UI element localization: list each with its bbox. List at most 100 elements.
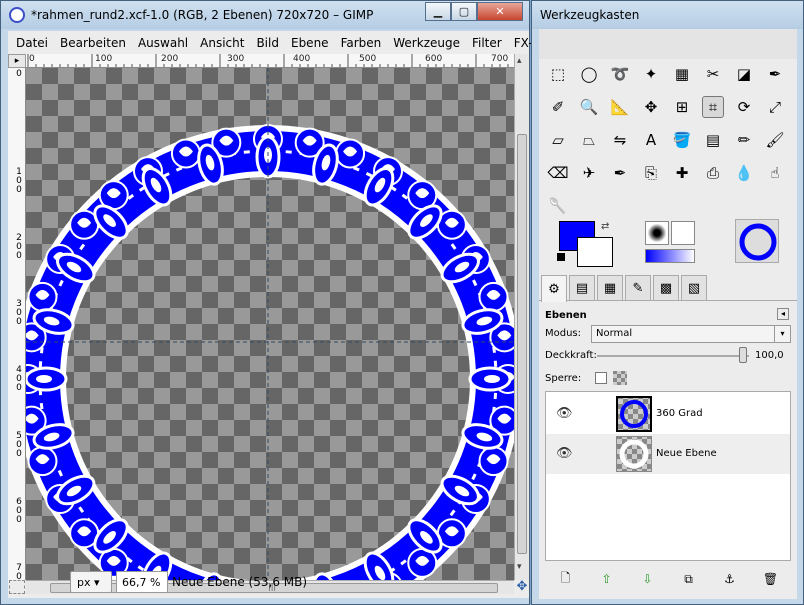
new-layer-icon[interactable]: 🗋 — [555, 569, 577, 590]
unit-select[interactable]: px ▾ — [70, 571, 112, 593]
toolbox-titlebar[interactable]: Werkzeugkasten — [532, 1, 803, 29]
airbrush-icon[interactable]: ✈ — [578, 162, 600, 184]
toolbox-window: Werkzeugkasten ⬚ ◯ ➰ ✦ ▦ ✂ ◪ ✒ ✐ 🔍 📐 ✥ ⊞ ⌗ ⟳ ⤢ ▱ ⏢ ⇋ A 🪣 ▤ ✏ 🖌 ⌫… — [531, 0, 804, 605]
vruler-label: 700 — [16, 563, 22, 581]
hruler-label: 300 — [227, 54, 245, 64]
opacity-value[interactable]: 100,0 — [755, 350, 784, 361]
layer-row[interactable]: 👁 360 Grad — [546, 394, 790, 434]
fuzzy-select-icon[interactable]: ✦ — [640, 63, 662, 85]
color-picker-icon[interactable]: ✐ — [547, 96, 569, 118]
mode-select[interactable]: Normal ▾ — [591, 325, 791, 343]
hruler-label: 400 — [293, 54, 311, 64]
opacity-slider[interactable] — [597, 355, 749, 357]
hruler-label: 0 — [29, 54, 35, 64]
layer-name[interactable]: 360 Grad — [656, 408, 703, 419]
lower-layer-icon[interactable]: ⇩ — [637, 572, 659, 586]
ink-icon[interactable]: ✒ — [609, 162, 631, 184]
foreground-select-icon[interactable]: ◪ — [733, 63, 755, 85]
move-icon[interactable]: ✥ — [640, 96, 662, 118]
hruler-label: 100 — [95, 54, 113, 64]
mode-label: Modus: — [545, 328, 582, 339]
quick-mask-toggle[interactable] — [9, 580, 25, 594]
crop-icon[interactable]: ⌗ — [702, 96, 724, 118]
blur-icon[interactable]: 💧 — [733, 162, 755, 184]
menu-ebene[interactable]: Ebene — [291, 36, 329, 50]
minimize-button[interactable]: ▁ — [425, 2, 451, 21]
vertical-ruler[interactable]: 0 100 200 300 400 500 600 700 — [8, 68, 26, 580]
perspective-icon[interactable]: ⏢ — [578, 129, 600, 151]
eraser-icon[interactable]: ⌫ — [547, 162, 569, 184]
menu-filter[interactable]: Filter — [472, 36, 502, 50]
wilber-drop-area[interactable] — [539, 29, 797, 59]
smudge-icon[interactable]: ☝ — [764, 162, 786, 184]
image-canvas[interactable] — [26, 68, 514, 580]
eye-icon[interactable]: 👁 — [556, 406, 573, 421]
navigate-icon[interactable]: ✥ — [515, 580, 529, 594]
menu-ansicht[interactable]: Ansicht — [200, 36, 244, 50]
menu-bearbeiten[interactable]: Bearbeiten — [60, 36, 126, 50]
heal-icon[interactable]: ✚ — [671, 162, 693, 184]
zoom-input[interactable]: 66,7 % — [116, 571, 168, 593]
vruler-label: 0 — [16, 69, 22, 79]
vertical-scroll-thumb[interactable] — [517, 134, 527, 554]
rotate-icon[interactable]: ⟳ — [733, 96, 755, 118]
scissors-icon[interactable]: ✂ — [702, 63, 724, 85]
vruler-label: 400 — [16, 365, 22, 393]
image-window-titlebar[interactable]: *rahmen_rund2.xcf-1.0 (RGB, 2 Ebenen) 72… — [1, 1, 529, 29]
tab-layers[interactable]: ▤ — [569, 275, 595, 301]
close-button[interactable]: ✕ — [477, 2, 523, 21]
perspective-clone-icon[interactable]: ⎙ — [702, 162, 724, 184]
maximize-button[interactable]: ▢ — [451, 2, 477, 21]
flip-icon[interactable]: ⇋ — [609, 129, 631, 151]
delete-layer-icon[interactable]: 🗑 — [760, 572, 782, 586]
active-image-preview[interactable] — [735, 219, 779, 263]
blend-icon[interactable]: ▤ — [702, 129, 724, 151]
menu-farben[interactable]: Farben — [341, 36, 382, 50]
paintbrush-icon[interactable]: 🖌 — [764, 129, 786, 151]
anchor-layer-icon[interactable]: ⚓ — [719, 572, 741, 586]
bucket-fill-icon[interactable]: 🪣 — [671, 129, 693, 151]
free-select-icon[interactable]: ➰ — [609, 63, 631, 85]
scale-icon[interactable]: ⤢ — [764, 96, 786, 118]
ellipse-select-icon[interactable]: ◯ — [578, 63, 600, 85]
gradient-preview[interactable] — [645, 249, 695, 263]
select-by-color-icon[interactable]: ▦ — [671, 63, 693, 85]
swap-colors-icon[interactable]: ⇄ — [601, 221, 609, 232]
clone-icon[interactable]: ⎘ — [640, 162, 662, 184]
window-title: *rahmen_rund2.xcf-1.0 (RGB, 2 Ebenen) 72… — [31, 8, 374, 22]
brush-preview[interactable] — [645, 221, 669, 245]
raise-layer-icon[interactable]: ⇧ — [596, 572, 618, 586]
background-color[interactable] — [577, 237, 613, 267]
lock-pixels-checkbox[interactable] — [595, 372, 607, 384]
measure-icon[interactable]: 📐 — [609, 96, 631, 118]
menu-werkzeuge[interactable]: Werkzeuge — [393, 36, 460, 50]
ruler-corner[interactable]: ▸ — [8, 54, 26, 68]
tab-gradients[interactable]: ▧ — [681, 275, 707, 301]
lock-alpha-icon[interactable] — [613, 371, 627, 385]
tab-patterns[interactable]: ▩ — [653, 275, 679, 301]
menu-datei[interactable]: Datei — [16, 36, 48, 50]
shear-icon[interactable]: ▱ — [547, 129, 569, 151]
pencil-icon[interactable]: ✏ — [733, 129, 755, 151]
tab-tool-options[interactable]: ⚙ — [541, 275, 567, 302]
layer-name[interactable]: Neue Ebene — [656, 448, 717, 459]
zoom-icon[interactable]: 🔍 — [578, 96, 600, 118]
opacity-slider-handle[interactable] — [739, 347, 747, 363]
eye-icon[interactable]: 👁 — [556, 446, 573, 461]
dock-menu-button[interactable]: ◂ — [777, 308, 789, 320]
text-icon[interactable]: A — [640, 129, 662, 151]
rect-select-icon[interactable]: ⬚ — [547, 63, 569, 85]
tab-channels[interactable]: ▦ — [597, 275, 623, 301]
default-colors-icon[interactable] — [557, 253, 565, 261]
align-icon[interactable]: ⊞ — [671, 96, 693, 118]
dodge-burn-icon[interactable]: 🥄 — [547, 195, 569, 217]
menu-bild[interactable]: Bild — [256, 36, 279, 50]
horizontal-ruler[interactable]: 0 100 200 300 400 500 600 700 — [26, 54, 514, 68]
vertical-scrollbar[interactable]: ▴ ▾ — [514, 54, 529, 580]
duplicate-layer-icon[interactable]: ⧉ — [678, 572, 700, 587]
menu-auswahl[interactable]: Auswahl — [138, 36, 188, 50]
paths-icon[interactable]: ✒ — [764, 63, 786, 85]
pattern-preview[interactable] — [671, 221, 695, 245]
layer-row[interactable]: 👁 Neue Ebene — [546, 434, 790, 474]
tab-paths[interactable]: ✎ — [625, 275, 651, 301]
